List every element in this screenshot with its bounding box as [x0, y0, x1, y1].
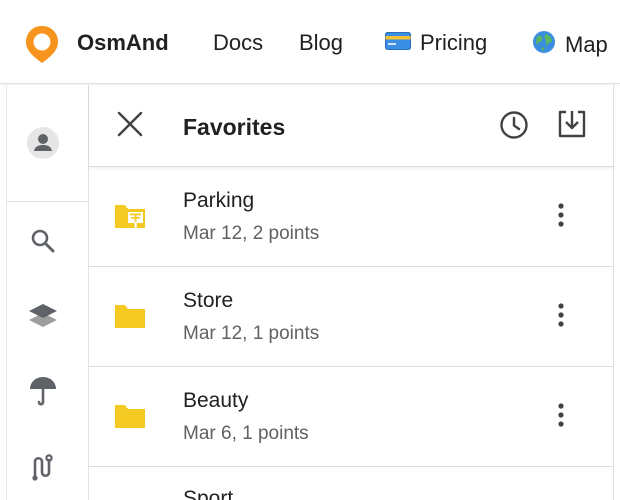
more-options-button[interactable]: [549, 301, 573, 333]
favorite-meta: Mar 6, 1 points: [183, 423, 309, 444]
globe-icon: [532, 30, 556, 60]
folder-icon: [113, 400, 147, 432]
brand-name[interactable]: OsmAnd: [77, 30, 169, 56]
clock-icon: [499, 110, 529, 145]
favorite-name: Parking: [183, 189, 255, 212]
more-options-button[interactable]: [549, 401, 573, 433]
layers-icon: [27, 301, 59, 336]
import-button[interactable]: [555, 109, 589, 143]
nav-map-link[interactable]: Map: [532, 30, 608, 60]
route-button[interactable]: [25, 451, 61, 487]
folder-icon: [113, 300, 147, 332]
nav-map-label: Map: [565, 32, 608, 57]
more-vert-icon: [558, 402, 564, 432]
weather-icon: [28, 374, 58, 413]
history-button[interactable]: [497, 110, 531, 144]
nav-blog-link[interactable]: Blog: [299, 30, 343, 56]
panel-header: Favorites: [89, 85, 614, 167]
nav-docs-link[interactable]: Docs: [213, 30, 263, 56]
parking-folder-icon: [113, 200, 147, 232]
close-button[interactable]: [113, 109, 147, 143]
list-item[interactable]: Beauty Mar 6, 1 points: [89, 367, 614, 467]
osmand-logo-icon[interactable]: [24, 24, 60, 64]
account-icon: [26, 126, 60, 165]
favorites-list: Parking Mar 12, 2 points Store Mar 12, 1…: [89, 167, 614, 500]
more-vert-icon: [558, 202, 564, 232]
list-item[interactable]: Store Mar 12, 1 points: [89, 267, 614, 367]
nav-pricing-label: Pricing: [420, 30, 488, 55]
search-icon: [29, 227, 57, 260]
weather-button[interactable]: [25, 375, 61, 411]
favorite-meta: Mar 12, 1 points: [183, 323, 320, 344]
page-title: Favorites: [183, 114, 286, 140]
favorite-meta: Mar 12, 2 points: [183, 223, 320, 244]
layers-button[interactable]: [25, 300, 61, 336]
more-options-button[interactable]: [549, 201, 573, 233]
nav-pricing-link[interactable]: Pricing: [385, 30, 487, 56]
account-button[interactable]: [25, 126, 61, 165]
route-icon: [28, 452, 58, 487]
list-item[interactable]: Parking Mar 12, 2 points: [89, 167, 614, 267]
favorites-panel: Favorites Parking Mar 12, 2 points Store…: [89, 85, 614, 500]
close-icon: [117, 111, 143, 142]
rail-divider: [7, 201, 90, 202]
list-item[interactable]: Sport: [89, 467, 614, 500]
top-navigation: OsmAnd Docs Blog Pricing Map: [0, 0, 620, 84]
download-tray-icon: [556, 109, 588, 144]
favorite-name: Sport: [183, 487, 234, 500]
left-rail: [6, 85, 90, 500]
search-button[interactable]: [25, 225, 61, 261]
favorite-name: Beauty: [183, 389, 249, 412]
credit-card-icon: [385, 30, 411, 56]
favorite-name: Store: [183, 289, 234, 312]
more-vert-icon: [558, 302, 564, 332]
